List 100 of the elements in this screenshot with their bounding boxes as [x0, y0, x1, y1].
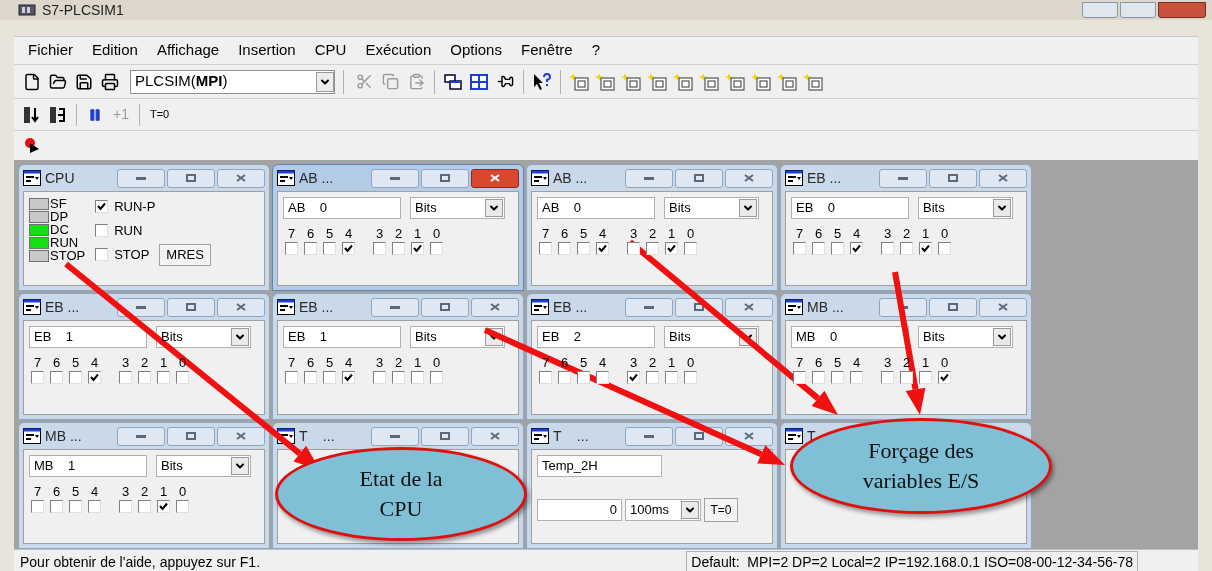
- checkbox[interactable]: [50, 500, 63, 513]
- address-field[interactable]: AB 0: [537, 197, 655, 219]
- format-dropdown[interactable]: Bits: [156, 455, 251, 477]
- menu-item[interactable]: Fenêtre: [520, 39, 573, 62]
- checkbox[interactable]: [31, 371, 44, 384]
- checkbox[interactable]: [831, 371, 844, 384]
- checkbox[interactable]: [539, 371, 552, 384]
- maximize-button[interactable]: [421, 297, 469, 317]
- menu-item[interactable]: Exécution: [365, 39, 432, 62]
- checkbox[interactable]: [95, 224, 109, 237]
- checkbox[interactable]: [430, 242, 443, 255]
- checkbox[interactable]: [558, 371, 571, 384]
- checkbox[interactable]: [157, 371, 170, 384]
- checkbox[interactable]: [176, 371, 189, 384]
- minimize-button[interactable]: [371, 168, 419, 188]
- checkbox[interactable]: [31, 500, 44, 513]
- close-button[interactable]: [725, 168, 773, 188]
- checkbox[interactable]: [665, 371, 678, 384]
- checkbox[interactable]: [392, 371, 405, 384]
- checkbox[interactable]: [138, 500, 151, 513]
- address-field[interactable]: EB 1: [29, 326, 147, 348]
- checkbox[interactable]: [684, 371, 697, 384]
- checkbox[interactable]: [881, 242, 894, 255]
- minimize-button[interactable]: [625, 168, 673, 188]
- format-dropdown[interactable]: Bits: [918, 326, 1013, 348]
- checkbox[interactable]: [627, 242, 640, 255]
- close-button[interactable]: [217, 168, 265, 188]
- minimize-button[interactable]: [625, 297, 673, 317]
- checkbox[interactable]: [812, 242, 825, 255]
- checkbox[interactable]: [392, 242, 405, 255]
- menu-item[interactable]: Fichier: [28, 39, 73, 62]
- checkbox[interactable]: [558, 242, 571, 255]
- menu-item[interactable]: Edition: [92, 39, 138, 62]
- close-button[interactable]: [979, 168, 1027, 188]
- close-button[interactable]: [471, 168, 519, 188]
- close-button[interactable]: [217, 297, 265, 317]
- close-button[interactable]: [725, 297, 773, 317]
- menu-item[interactable]: CPU: [314, 39, 347, 62]
- timer-reset-button[interactable]: T=0: [145, 102, 174, 127]
- checkbox[interactable]: [938, 242, 951, 255]
- checkbox[interactable]: [285, 371, 298, 384]
- format-dropdown[interactable]: Bits: [664, 197, 759, 219]
- checkbox[interactable]: [665, 242, 678, 255]
- checkbox[interactable]: [373, 371, 386, 384]
- checkbox[interactable]: [69, 500, 82, 513]
- address-field[interactable]: EB 0: [791, 197, 909, 219]
- checkbox[interactable]: [373, 242, 386, 255]
- checkbox[interactable]: [539, 242, 552, 255]
- minimize-button[interactable]: [879, 168, 927, 188]
- format-dropdown[interactable]: Bits: [156, 326, 251, 348]
- minimize-button[interactable]: [371, 297, 419, 317]
- checkbox[interactable]: [95, 200, 109, 213]
- minimize-button[interactable]: [371, 426, 419, 446]
- checkbox[interactable]: [411, 371, 424, 384]
- format-dropdown[interactable]: Bits: [664, 326, 759, 348]
- menu-item[interactable]: Insertion: [238, 39, 296, 62]
- checkbox[interactable]: [850, 371, 863, 384]
- checkbox[interactable]: [157, 500, 170, 513]
- minimize-button[interactable]: [117, 426, 165, 446]
- format-dropdown[interactable]: Bits: [918, 197, 1013, 219]
- checkbox[interactable]: [577, 371, 590, 384]
- checkbox[interactable]: [69, 371, 82, 384]
- checkbox[interactable]: [119, 371, 132, 384]
- menu-item[interactable]: Options: [450, 39, 502, 62]
- address-field[interactable]: MB 0: [791, 326, 909, 348]
- close-button[interactable]: [471, 297, 519, 317]
- checkbox[interactable]: [342, 242, 355, 255]
- checkbox[interactable]: [831, 242, 844, 255]
- checkbox[interactable]: [323, 242, 336, 255]
- checkbox[interactable]: [684, 242, 697, 255]
- address-field[interactable]: MB 1: [29, 455, 147, 477]
- checkbox[interactable]: [793, 371, 806, 384]
- checkbox[interactable]: [176, 500, 189, 513]
- maximize-button[interactable]: [1120, 2, 1156, 18]
- checkbox[interactable]: [812, 371, 825, 384]
- checkbox[interactable]: [938, 371, 951, 384]
- checkbox[interactable]: [50, 371, 63, 384]
- minimize-button[interactable]: [1082, 2, 1118, 18]
- checkbox[interactable]: [304, 371, 317, 384]
- maximize-button[interactable]: [929, 168, 977, 188]
- maximize-button[interactable]: [167, 168, 215, 188]
- checkbox[interactable]: [850, 242, 863, 255]
- checkbox[interactable]: [646, 242, 659, 255]
- maximize-button[interactable]: [167, 426, 215, 446]
- menu-item[interactable]: ?: [591, 39, 600, 62]
- plc-select[interactable]: PLCSIM(MPI): [130, 69, 335, 94]
- format-dropdown[interactable]: 100ms: [625, 499, 701, 521]
- checkbox[interactable]: [627, 371, 640, 384]
- checkbox[interactable]: [900, 242, 913, 255]
- address-field[interactable]: EB 1: [283, 326, 401, 348]
- checkbox[interactable]: [577, 242, 590, 255]
- checkbox[interactable]: [900, 371, 913, 384]
- format-dropdown[interactable]: Bits: [410, 326, 505, 348]
- address-field[interactable]: EB 2: [537, 326, 655, 348]
- checkbox[interactable]: [88, 371, 101, 384]
- checkbox[interactable]: [88, 500, 101, 513]
- checkbox[interactable]: [304, 242, 317, 255]
- checkbox[interactable]: [119, 500, 132, 513]
- checkbox[interactable]: [793, 242, 806, 255]
- checkbox[interactable]: [881, 371, 894, 384]
